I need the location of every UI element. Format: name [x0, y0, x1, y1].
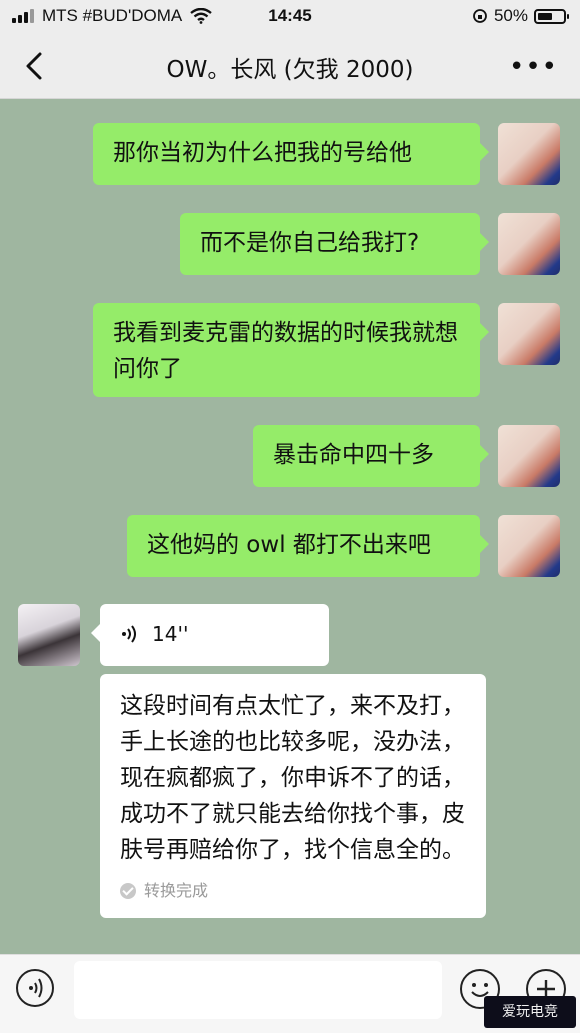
avatar[interactable] [498, 123, 560, 185]
voice-wave-icon [122, 625, 136, 643]
check-circle-icon [120, 883, 136, 899]
message-bubble-outgoing[interactable]: 那你当初为什么把我的号给他 [93, 123, 489, 185]
message-bubble-outgoing[interactable]: 暴击命中四十多 [253, 425, 489, 487]
message-text: 那你当初为什么把我的号给他 [113, 140, 412, 166]
avatar[interactable] [18, 604, 80, 666]
voice-message[interactable]: 14'' [91, 604, 329, 666]
chat-title: OW。长风 (欠我 2000) [166, 57, 414, 83]
chat-header: OW。长风 (欠我 2000) ••• [0, 34, 580, 99]
message-list[interactable]: 那你当初为什么把我的号给他 而不是你自己给我打? 我看到麦克雷的数据的时候我就想… [0, 99, 580, 954]
ellipsis-icon[interactable]: ••• [509, 52, 558, 82]
message-bubble-outgoing[interactable]: 我看到麦克雷的数据的时候我就想问你了 [93, 303, 489, 397]
transcript-text: 这段时间有点太忙了，来不及打，手上长途的也比较多呢，没办法，现在疯都疯了，你申诉… [120, 693, 465, 863]
message-text: 这他妈的 owl 都打不出来吧 [147, 532, 431, 558]
message-bubble-outgoing[interactable]: 这他妈的 owl 都打不出来吧 [127, 515, 489, 577]
message-text: 而不是你自己给我打? [200, 230, 420, 256]
avatar[interactable] [498, 515, 560, 577]
avatar[interactable] [498, 213, 560, 275]
watermark-logo: 爱玩电竞 [484, 996, 576, 1028]
message-text: 我看到麦克雷的数据的时候我就想问你了 [113, 320, 458, 382]
voice-icon[interactable] [16, 969, 54, 1007]
message-text: 暴击命中四十多 [273, 442, 434, 468]
avatar[interactable] [498, 425, 560, 487]
voice-transcript[interactable]: 这段时间有点太忙了，来不及打，手上长途的也比较多呢，没办法，现在疯都疯了，你申诉… [100, 674, 486, 918]
status-bar: MTS #BUD'DOMA 14:45 50% [0, 0, 580, 34]
voice-duration: 14'' [152, 622, 189, 646]
battery-percent: 50% [493, 6, 528, 25]
avatar[interactable] [498, 303, 560, 365]
message-bubble-outgoing[interactable]: 而不是你自己给我打? [180, 213, 489, 275]
orientation-lock-icon [473, 9, 487, 23]
message-input[interactable] [74, 961, 442, 1019]
battery-icon [534, 8, 569, 24]
transcript-status: 转换完成 [144, 881, 209, 900]
